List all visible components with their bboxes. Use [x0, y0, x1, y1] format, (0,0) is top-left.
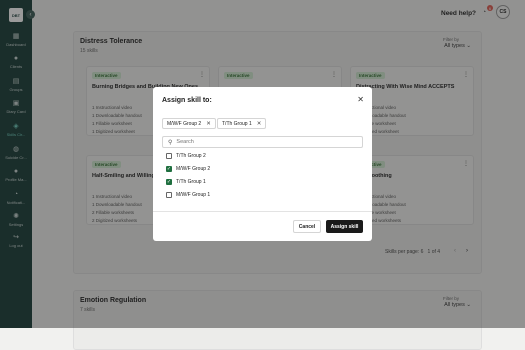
chip-label: T/Th Group 1 — [222, 120, 252, 127]
search-input[interactable] — [176, 139, 357, 145]
remove-chip-icon[interactable]: ✕ — [257, 121, 262, 127]
assign-skill-dialog: Assign skill to: ✕ M/W/F Group 2 ✕ T/Th … — [153, 87, 372, 241]
group-option[interactable]: M/W/F Group 1 — [166, 192, 210, 198]
checkbox[interactable] — [166, 192, 172, 198]
dialog-title: Assign skill to: — [162, 97, 212, 104]
group-option[interactable]: ✓ T/Th Group 1 — [166, 179, 206, 185]
option-label: M/W/F Group 2 — [176, 166, 211, 172]
search-icon: ⚲ — [168, 139, 173, 146]
group-option[interactable]: ✓ M/W/F Group 2 — [166, 166, 210, 172]
selected-chip: T/Th Group 1 ✕ — [217, 118, 267, 129]
option-label: M/W/F Group 1 — [176, 192, 211, 198]
group-option[interactable]: T/Th Group 2 — [166, 153, 206, 159]
checkbox-checked[interactable]: ✓ — [166, 166, 172, 172]
cancel-button[interactable]: Cancel — [293, 220, 321, 233]
checkbox[interactable] — [166, 153, 172, 159]
option-label: T/Th Group 2 — [176, 153, 206, 159]
divider — [153, 211, 372, 212]
close-icon[interactable]: ✕ — [357, 96, 364, 104]
chip-label: M/W/F Group 2 — [167, 120, 202, 127]
checkbox-checked[interactable]: ✓ — [166, 179, 172, 185]
assign-skill-button[interactable]: Assign skill — [326, 220, 363, 233]
selected-chip: M/W/F Group 2 ✕ — [162, 118, 216, 129]
search-field[interactable]: ⚲ — [162, 136, 363, 148]
remove-chip-icon[interactable]: ✕ — [206, 121, 211, 127]
option-label: T/Th Group 1 — [176, 179, 206, 185]
